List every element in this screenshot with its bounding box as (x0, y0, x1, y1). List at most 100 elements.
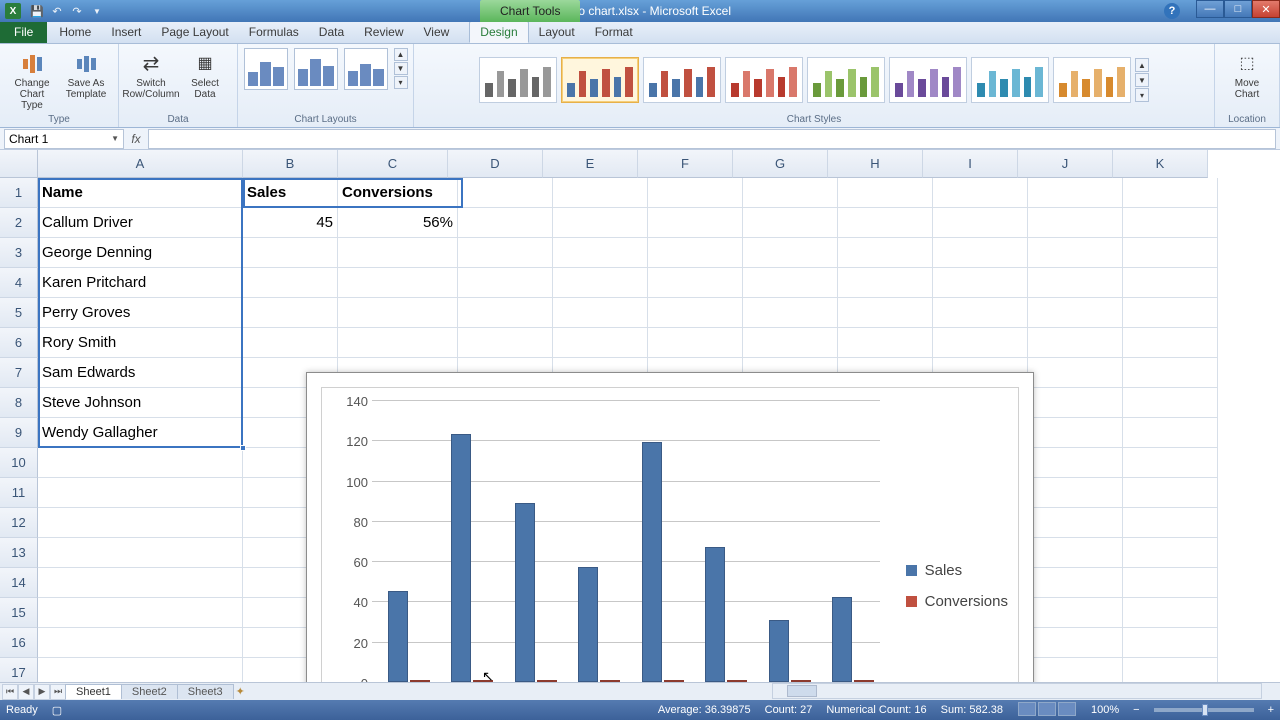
row-header-15[interactable]: 15 (0, 598, 38, 628)
col-header-J[interactable]: J (1018, 150, 1113, 178)
cell-I3[interactable] (933, 238, 1028, 268)
select-all-cell[interactable] (0, 150, 38, 178)
chart-style-8[interactable] (1053, 57, 1131, 103)
col-header-C[interactable]: C (338, 150, 448, 178)
chart-style-7[interactable] (971, 57, 1049, 103)
embedded-chart[interactable]: Callum DriverGeorge DenningKaren Pritcha… (306, 372, 1034, 682)
cell-F1[interactable] (648, 178, 743, 208)
cell-C2[interactable]: 56% (338, 208, 458, 238)
cell-K11[interactable] (1123, 478, 1218, 508)
bar-sales-1[interactable] (451, 434, 471, 682)
help-icon[interactable]: ? (1164, 3, 1180, 19)
cell-J10[interactable] (1028, 448, 1123, 478)
chart-layout-3[interactable] (344, 48, 388, 90)
cell-J6[interactable] (1028, 328, 1123, 358)
sheet-nav-first[interactable]: ⏮ (2, 684, 18, 700)
close-button[interactable]: ✕ (1252, 0, 1280, 18)
new-sheet-button[interactable]: ✦ (236, 685, 252, 699)
cell-A2[interactable]: Callum Driver (38, 208, 243, 238)
cell-D6[interactable] (458, 328, 553, 358)
minimize-button[interactable]: — (1196, 0, 1224, 18)
cell-K16[interactable] (1123, 628, 1218, 658)
cell-A5[interactable]: Perry Groves (38, 298, 243, 328)
cell-I4[interactable] (933, 268, 1028, 298)
bar-sales-0[interactable] (388, 591, 408, 682)
formula-bar[interactable] (148, 129, 1276, 149)
cell-H5[interactable] (838, 298, 933, 328)
cell-A15[interactable] (38, 598, 243, 628)
cell-K3[interactable] (1123, 238, 1218, 268)
layouts-scroll-down[interactable]: ▼ (394, 62, 408, 75)
cell-A12[interactable] (38, 508, 243, 538)
row-header-1[interactable]: 1 (0, 178, 38, 208)
cell-F4[interactable] (648, 268, 743, 298)
row-header-6[interactable]: 6 (0, 328, 38, 358)
cell-D1[interactable] (458, 178, 553, 208)
row-header-2[interactable]: 2 (0, 208, 38, 238)
save-as-template-button[interactable]: Save As Template (62, 48, 110, 100)
bar-sales-5[interactable] (705, 547, 725, 682)
cell-J17[interactable] (1028, 658, 1123, 682)
tab-home[interactable]: Home (49, 21, 101, 43)
cell-G1[interactable] (743, 178, 838, 208)
cell-F2[interactable] (648, 208, 743, 238)
sheet-nav-next[interactable]: ▶ (34, 684, 50, 700)
zoom-out-button[interactable]: − (1133, 704, 1139, 716)
cell-I2[interactable] (933, 208, 1028, 238)
zoom-level[interactable]: 100% (1091, 704, 1119, 716)
chart-style-6[interactable] (889, 57, 967, 103)
cell-K13[interactable] (1123, 538, 1218, 568)
cell-A4[interactable]: Karen Pritchard (38, 268, 243, 298)
cell-C5[interactable] (338, 298, 458, 328)
cell-I1[interactable] (933, 178, 1028, 208)
plot-area[interactable] (372, 400, 880, 682)
cell-G6[interactable] (743, 328, 838, 358)
chart-style-3[interactable] (643, 57, 721, 103)
sheet-nav-prev[interactable]: ◀ (18, 684, 34, 700)
cell-E5[interactable] (553, 298, 648, 328)
cell-J15[interactable] (1028, 598, 1123, 628)
cell-D3[interactable] (458, 238, 553, 268)
cell-J7[interactable] (1028, 358, 1123, 388)
row-header-14[interactable]: 14 (0, 568, 38, 598)
cell-J8[interactable] (1028, 388, 1123, 418)
chart-legend[interactable]: Sales Conversions (906, 562, 1008, 624)
col-header-F[interactable]: F (638, 150, 733, 178)
cell-A13[interactable] (38, 538, 243, 568)
cell-J16[interactable] (1028, 628, 1123, 658)
col-header-D[interactable]: D (448, 150, 543, 178)
cell-H3[interactable] (838, 238, 933, 268)
cell-H2[interactable] (838, 208, 933, 238)
cell-H4[interactable] (838, 268, 933, 298)
col-header-E[interactable]: E (543, 150, 638, 178)
cell-A17[interactable] (38, 658, 243, 682)
cell-J11[interactable] (1028, 478, 1123, 508)
row-header-11[interactable]: 11 (0, 478, 38, 508)
cell-J2[interactable] (1028, 208, 1123, 238)
cell-B2[interactable]: 45 (243, 208, 338, 238)
row-header-9[interactable]: 9 (0, 418, 38, 448)
row-header-13[interactable]: 13 (0, 538, 38, 568)
cell-A14[interactable] (38, 568, 243, 598)
cell-A8[interactable]: Steve Johnson (38, 388, 243, 418)
cell-A3[interactable]: George Denning (38, 238, 243, 268)
layouts-more[interactable]: ▾ (394, 76, 408, 89)
zoom-slider[interactable] (1154, 708, 1254, 712)
tab-data[interactable]: Data (309, 21, 354, 43)
row-header-16[interactable]: 16 (0, 628, 38, 658)
view-buttons[interactable] (1017, 702, 1077, 719)
change-chart-type-button[interactable]: Change Chart Type (8, 48, 56, 111)
cell-K9[interactable] (1123, 418, 1218, 448)
cell-F3[interactable] (648, 238, 743, 268)
cell-K7[interactable] (1123, 358, 1218, 388)
row-header-17[interactable]: 17 (0, 658, 38, 682)
save-icon[interactable]: 💾 (30, 4, 44, 18)
move-chart-button[interactable]: ⬚ Move Chart (1223, 48, 1271, 100)
bar-sales-3[interactable] (578, 567, 598, 682)
styles-scroll-up[interactable]: ▲ (1135, 58, 1149, 72)
cell-E3[interactable] (553, 238, 648, 268)
chevron-down-icon[interactable]: ▼ (111, 134, 119, 143)
chart-layout-2[interactable] (294, 48, 338, 90)
row-header-4[interactable]: 4 (0, 268, 38, 298)
cell-K15[interactable] (1123, 598, 1218, 628)
